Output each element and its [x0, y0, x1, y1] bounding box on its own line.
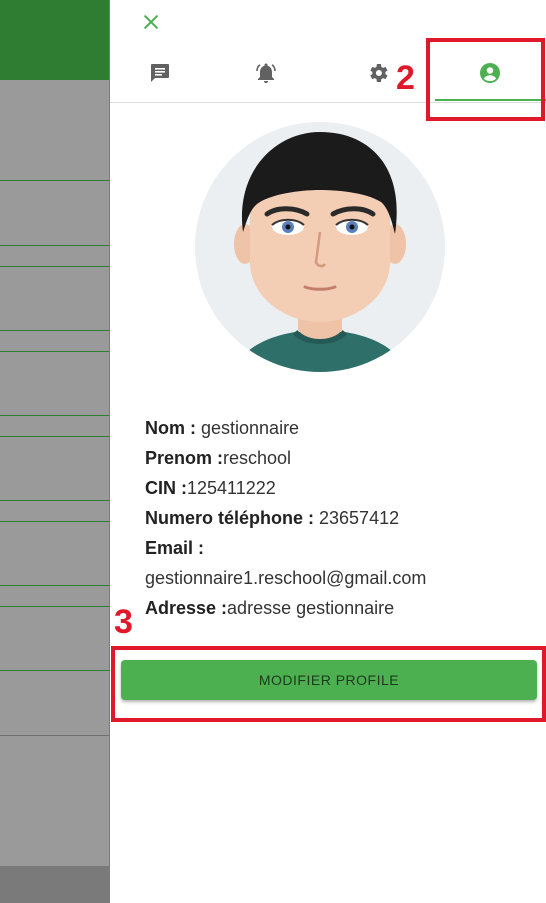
cin-value: 125411222: [187, 478, 276, 498]
tel-value: 23657412: [319, 508, 400, 528]
profile-nom-row: Nom : gestionnaire: [145, 413, 535, 443]
bell-icon: [256, 63, 276, 83]
tel-label: Numero téléphone :: [145, 508, 320, 528]
background-header: [0, 0, 109, 80]
profile-info: Nom : gestionnaire Prenom :reschool CIN …: [145, 413, 535, 623]
nom-label: Nom :: [145, 418, 201, 438]
email-label: Email :: [145, 538, 205, 558]
background-row-divider: [0, 330, 109, 331]
background-row-divider: [0, 500, 109, 501]
annotation-box-profile-tab: [426, 38, 545, 121]
background-row-divider: [0, 606, 109, 607]
background-row-divider: [0, 585, 109, 586]
tab-messages[interactable]: [110, 44, 210, 102]
background-row-divider: [0, 351, 109, 352]
background-app-overlay: [0, 0, 109, 903]
background-separator: [0, 735, 109, 736]
background-row-divider: [0, 670, 109, 671]
email-value: gestionnaire1.reschool@gmail.com: [145, 568, 427, 588]
chat-icon: [151, 64, 169, 82]
cin-label: CIN :: [145, 478, 187, 498]
annotation-number-2: 2: [396, 59, 415, 97]
profile-drawer: 2 Nom: gestionnaire Prenom:reschool CI…: [109, 0, 546, 903]
background-row-divider: [0, 266, 109, 267]
annotation-number-3: 3: [114, 603, 133, 641]
tab-notifications[interactable]: [216, 44, 316, 102]
background-row-divider: [0, 521, 109, 522]
adresse-label: Adresse :: [145, 598, 228, 618]
profile-cin-row: CIN :125411222: [145, 473, 535, 503]
background-row-divider: [0, 415, 109, 416]
background-footer: [0, 866, 109, 903]
avatar: [195, 122, 445, 372]
adresse-value: adresse gestionnaire: [227, 598, 395, 618]
gear-icon: [370, 64, 388, 82]
background-row-divider: [0, 180, 109, 181]
nom-value: gestionnaire: [201, 418, 300, 438]
profile-adresse-row: Adresse :adresse gestionnaire: [145, 593, 535, 623]
close-icon[interactable]: [139, 10, 163, 34]
background-row-divider: [0, 436, 109, 437]
background-row-divider: [0, 245, 109, 246]
profile-email-value-row: gestionnaire1.reschool@gmail.com: [145, 563, 535, 593]
prenom-label: Prenom :: [145, 448, 224, 468]
profile-tel-row: Numero téléphone : 23657412: [145, 503, 535, 533]
modify-profile-button[interactable]: MODIFIER PROFILE: [121, 660, 537, 700]
prenom-value: reschool: [223, 448, 292, 468]
profile-email-label-row: Email :: [145, 533, 535, 563]
profile-prenom-row: Prenom :reschool: [145, 443, 535, 473]
